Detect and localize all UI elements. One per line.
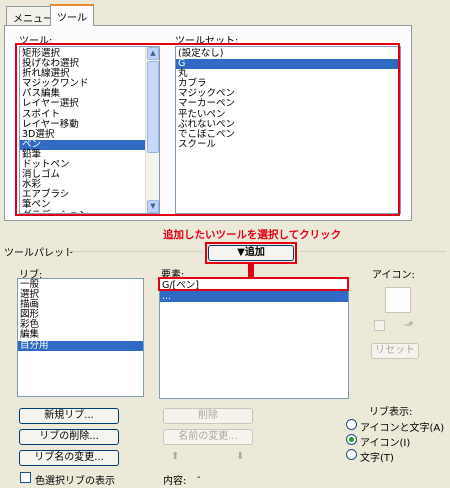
rib-display-label: リブ表示: [369, 407, 413, 418]
open-folder-icon[interactable]: ⬏ [404, 318, 414, 332]
group-divider [68, 251, 202, 252]
tab-tools[interactable]: ツール [50, 4, 94, 26]
elements-list[interactable]: G/[ペン]... [159, 278, 349, 399]
scroll-thumb[interactable] [147, 61, 159, 153]
new-rib-button[interactable]: 新規リブ... [19, 408, 119, 424]
color-select-rib-checkbox[interactable] [20, 472, 31, 483]
radio-icon-only-label: アイコン(I) [360, 438, 411, 449]
tools-list[interactable]: 矩形選択 投げなわ選択 折れ線選択 マジックワンド パス編集 レイヤー選択 スポイト レイヤー… [19, 46, 160, 214]
icon-preview [385, 287, 411, 313]
toolset-list-item[interactable]: G [176, 58, 400, 70]
rename-rib-button[interactable]: リブ名の変更... [19, 450, 119, 466]
add-button[interactable]: ▼追加 [208, 245, 294, 261]
rename-button[interactable]: 名前の変更... [163, 429, 253, 445]
move-down-icon[interactable]: ⬇ [236, 451, 244, 462]
ribs-list[interactable]: 一般 選択 描画 図形 彩色 編集 自分用 [17, 278, 144, 397]
toolset-list-item[interactable]: 丸 [176, 69, 400, 79]
icon-checkbox[interactable] [374, 320, 385, 331]
element-list-item[interactable]: ... [160, 291, 348, 302]
reset-button[interactable]: リセット [371, 343, 419, 359]
element-list-item[interactable]: G/[ペン] [160, 280, 348, 291]
color-select-rib-label: 色選択リブの表示 [35, 476, 115, 487]
toolset-label: ツールセット: [175, 36, 239, 47]
radio-icon-and-text-label: アイコンと文字(A) [360, 423, 445, 434]
scroll-down-icon[interactable]: ▼ [147, 200, 159, 213]
content-label: 内容: [163, 476, 187, 487]
delete-button[interactable]: 削除 [163, 408, 253, 424]
tool-list-item[interactable]: 筆ペン [20, 200, 159, 210]
radio-icon-and-text[interactable] [346, 419, 357, 430]
scroll-up-icon[interactable]: ▲ [147, 47, 159, 60]
annotation-text: 追加したいツールを選択してクリック [163, 229, 342, 241]
radio-text-only-label: 文字(T) [360, 453, 394, 464]
radio-text-only[interactable] [346, 449, 357, 460]
toolset-list-item[interactable]: スクール [176, 139, 400, 150]
move-up-icon[interactable]: ⬆ [171, 451, 179, 462]
toolset-list[interactable]: (設定なし) G 丸カブラ マジックペン マーカーペン 平たいペン ぶれないペン でこぼこペン… [175, 46, 401, 214]
radio-icon-only[interactable] [346, 434, 357, 445]
tools-list-scrollbar[interactable]: ▲ ▼ [145, 47, 159, 213]
tool-list-item[interactable]: グラデーション [20, 210, 159, 213]
content-value: - [197, 472, 201, 483]
group-divider [300, 251, 446, 252]
toolset-list-item[interactable]: (設定なし) [176, 48, 400, 59]
tool-palette-group-label: ツールパレット [4, 248, 74, 259]
tools-label: ツール: [19, 36, 53, 47]
tools-panel: ツール: ツールセット: 矩形選択 投げなわ選択 折れ線選択 マジックワンド パス編集レ… [4, 25, 412, 221]
delete-rib-button[interactable]: リブの削除... [19, 429, 119, 445]
icon-label: アイコン: [372, 270, 415, 281]
rib-list-item[interactable]: 自分用 [18, 340, 143, 351]
